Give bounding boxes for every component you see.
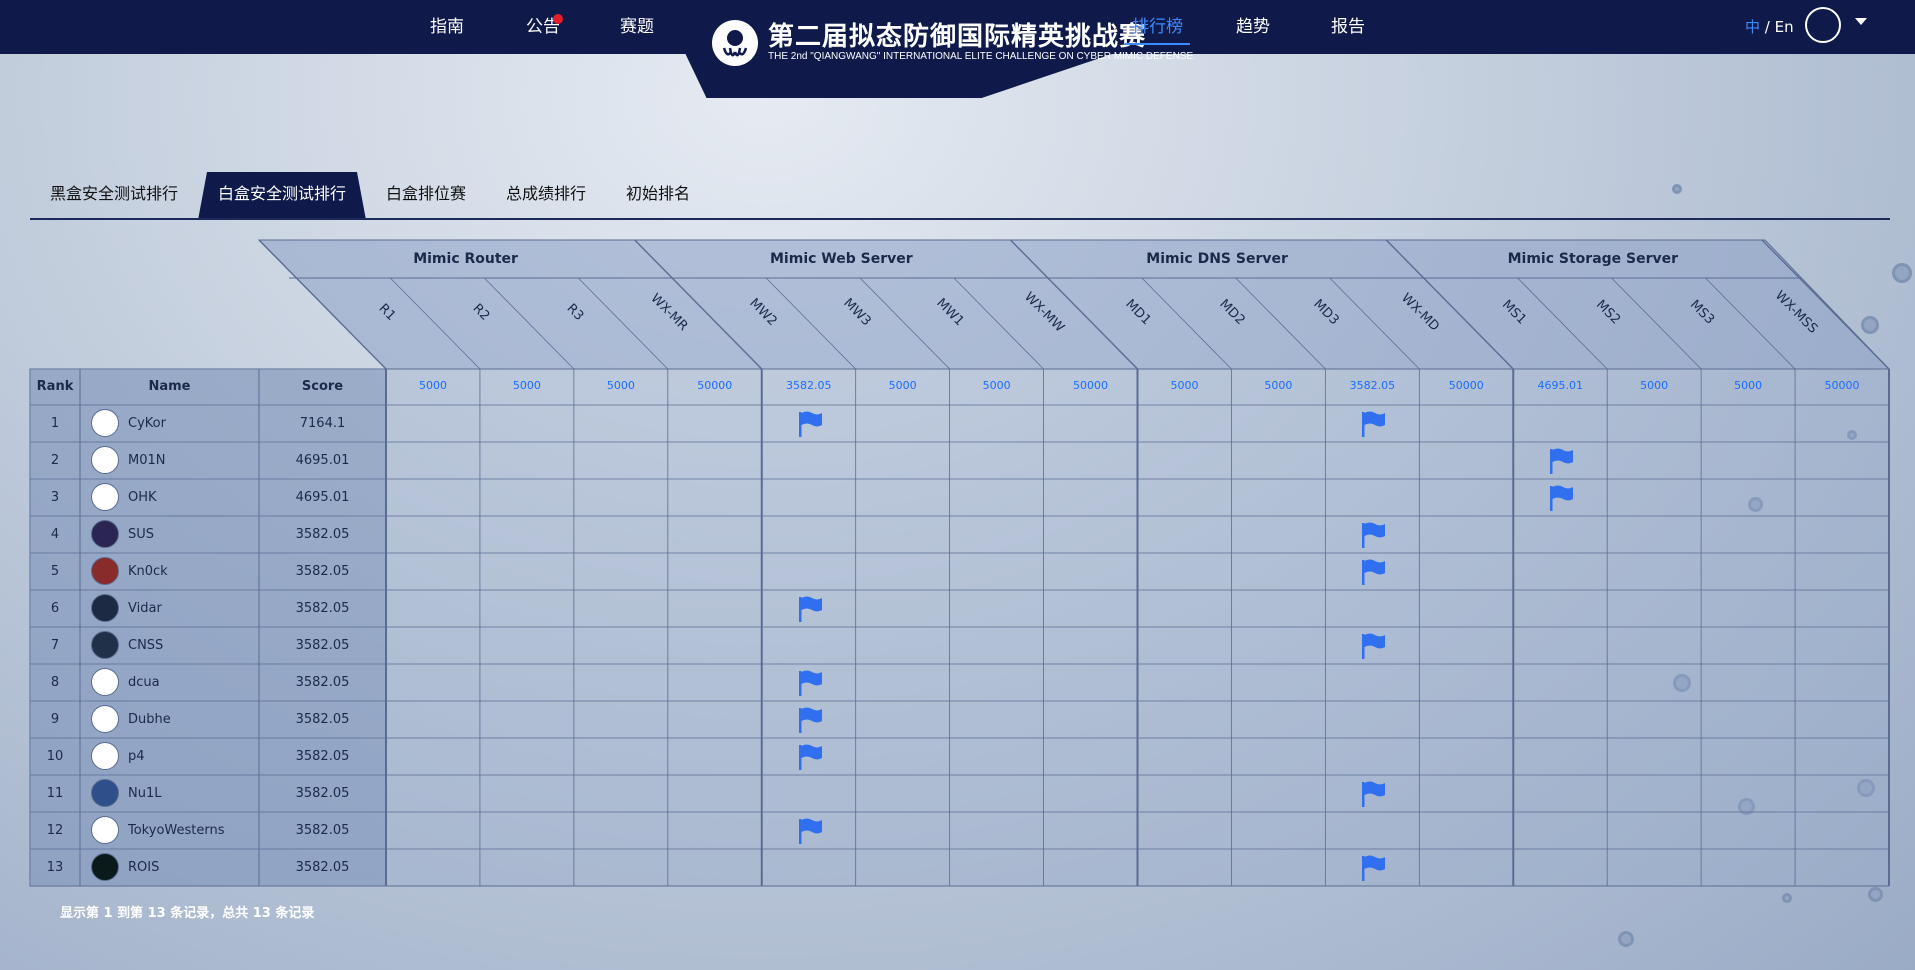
solved-flag-icon	[798, 707, 822, 733]
column-header-score: Score	[301, 379, 344, 394]
score-cell: 3582.05	[295, 712, 350, 727]
challenge-points: 5000	[888, 379, 917, 392]
team-logo	[91, 779, 119, 807]
score-cell: 3582.05	[295, 675, 350, 690]
team-logo	[91, 520, 119, 548]
challenge-points: 3582.05	[785, 379, 832, 392]
challenge-points: 5000	[982, 379, 1011, 392]
pagination-summary: 显示第 1 到第 13 条记录，总共 13 条记录	[60, 906, 315, 921]
team-name[interactable]: CyKor	[128, 416, 166, 431]
solved-flag-icon	[798, 818, 822, 844]
team-name[interactable]: M01N	[128, 453, 165, 468]
team-name[interactable]: Nu1L	[128, 786, 161, 801]
score-cell: 3582.05	[295, 601, 350, 616]
team-logo	[91, 631, 119, 659]
challenge-points: 50000	[1073, 379, 1109, 392]
rank-cell: 4	[50, 527, 60, 542]
challenge-points: 5000	[1170, 379, 1199, 392]
team-name[interactable]: dcua	[128, 675, 160, 690]
team-name[interactable]: CNSS	[128, 638, 163, 653]
challenge-group-name: Mimic Storage Server	[1507, 251, 1679, 267]
team-logo	[91, 557, 119, 585]
rank-cell: 2	[50, 453, 60, 468]
rank-cell: 9	[50, 712, 60, 727]
score-cell: 3582.05	[295, 786, 350, 801]
score-cell: 7164.1	[299, 416, 346, 431]
team-name[interactable]: Kn0ck	[128, 564, 168, 579]
team-name[interactable]: SUS	[128, 527, 154, 542]
team-name[interactable]: ROIS	[128, 860, 159, 875]
score-cell: 4695.01	[295, 490, 350, 505]
solved-flag-icon	[1550, 485, 1574, 511]
rank-cell: 11	[46, 786, 64, 801]
solved-flag-icon	[1550, 448, 1574, 474]
team-logo	[91, 446, 119, 474]
team-logo	[91, 483, 119, 511]
fixed-columns-background	[30, 369, 386, 886]
team-name[interactable]: Vidar	[128, 601, 162, 616]
rank-cell: 12	[46, 823, 64, 838]
solved-flag-icon	[798, 411, 822, 437]
challenge-points: 5000	[606, 379, 635, 392]
rank-cell: 6	[50, 601, 60, 616]
rank-cell: 3	[50, 490, 60, 505]
challenge-points: 50000	[697, 379, 733, 392]
score-cell: 3582.05	[295, 564, 350, 579]
challenge-group-name: Mimic Web Server	[770, 251, 913, 267]
team-logo	[91, 409, 119, 437]
team-name[interactable]: OHK	[128, 490, 157, 505]
score-cell: 3582.05	[295, 638, 350, 653]
rank-cell: 1	[50, 416, 60, 431]
team-logo	[91, 853, 119, 881]
team-name[interactable]: p4	[128, 749, 145, 764]
challenge-points: 4695.01	[1537, 379, 1583, 392]
challenge-points: 3582.05	[1349, 379, 1396, 392]
score-cell: 3582.05	[295, 860, 350, 875]
challenge-points: 5000	[512, 379, 541, 392]
solved-flag-icon	[798, 744, 822, 770]
challenge-group-name: Mimic Router	[413, 251, 518, 267]
column-header-rank: Rank	[36, 379, 74, 394]
solved-flag-icon	[1362, 855, 1386, 881]
rank-cell: 13	[46, 860, 64, 875]
challenge-points: 5000	[1640, 379, 1669, 392]
team-logo	[91, 594, 119, 622]
team-logo	[91, 816, 119, 844]
team-name[interactable]: Dubhe	[128, 712, 171, 727]
challenge-points: 5000	[418, 379, 447, 392]
score-cell: 3582.05	[295, 823, 350, 838]
solved-flag-icon	[798, 596, 822, 622]
solved-flag-icon	[1362, 522, 1386, 548]
column-header-name: Name	[148, 379, 191, 394]
challenge-points: 50000	[1824, 379, 1860, 392]
solved-flag-icon	[1362, 559, 1386, 585]
team-logo	[91, 742, 119, 770]
team-name[interactable]: TokyoWesterns	[128, 823, 224, 838]
score-cell: 3582.05	[295, 749, 350, 764]
challenge-points: 5000	[1264, 379, 1293, 392]
solved-flag-icon	[798, 670, 822, 696]
solved-flag-icon	[1362, 411, 1386, 437]
solved-flag-icon	[1362, 781, 1386, 807]
challenge-points: 50000	[1448, 379, 1484, 392]
solved-flag-icon	[1362, 633, 1386, 659]
rank-cell: 7	[50, 638, 60, 653]
score-cell: 4695.01	[295, 453, 350, 468]
challenge-points: 5000	[1734, 379, 1763, 392]
challenge-group-name: Mimic DNS Server	[1146, 251, 1288, 267]
team-logo	[91, 668, 119, 696]
rank-cell: 10	[46, 749, 64, 764]
team-logo	[91, 705, 119, 733]
rank-cell: 8	[50, 675, 60, 690]
score-cell: 3582.05	[295, 527, 350, 542]
rank-cell: 5	[50, 564, 60, 579]
